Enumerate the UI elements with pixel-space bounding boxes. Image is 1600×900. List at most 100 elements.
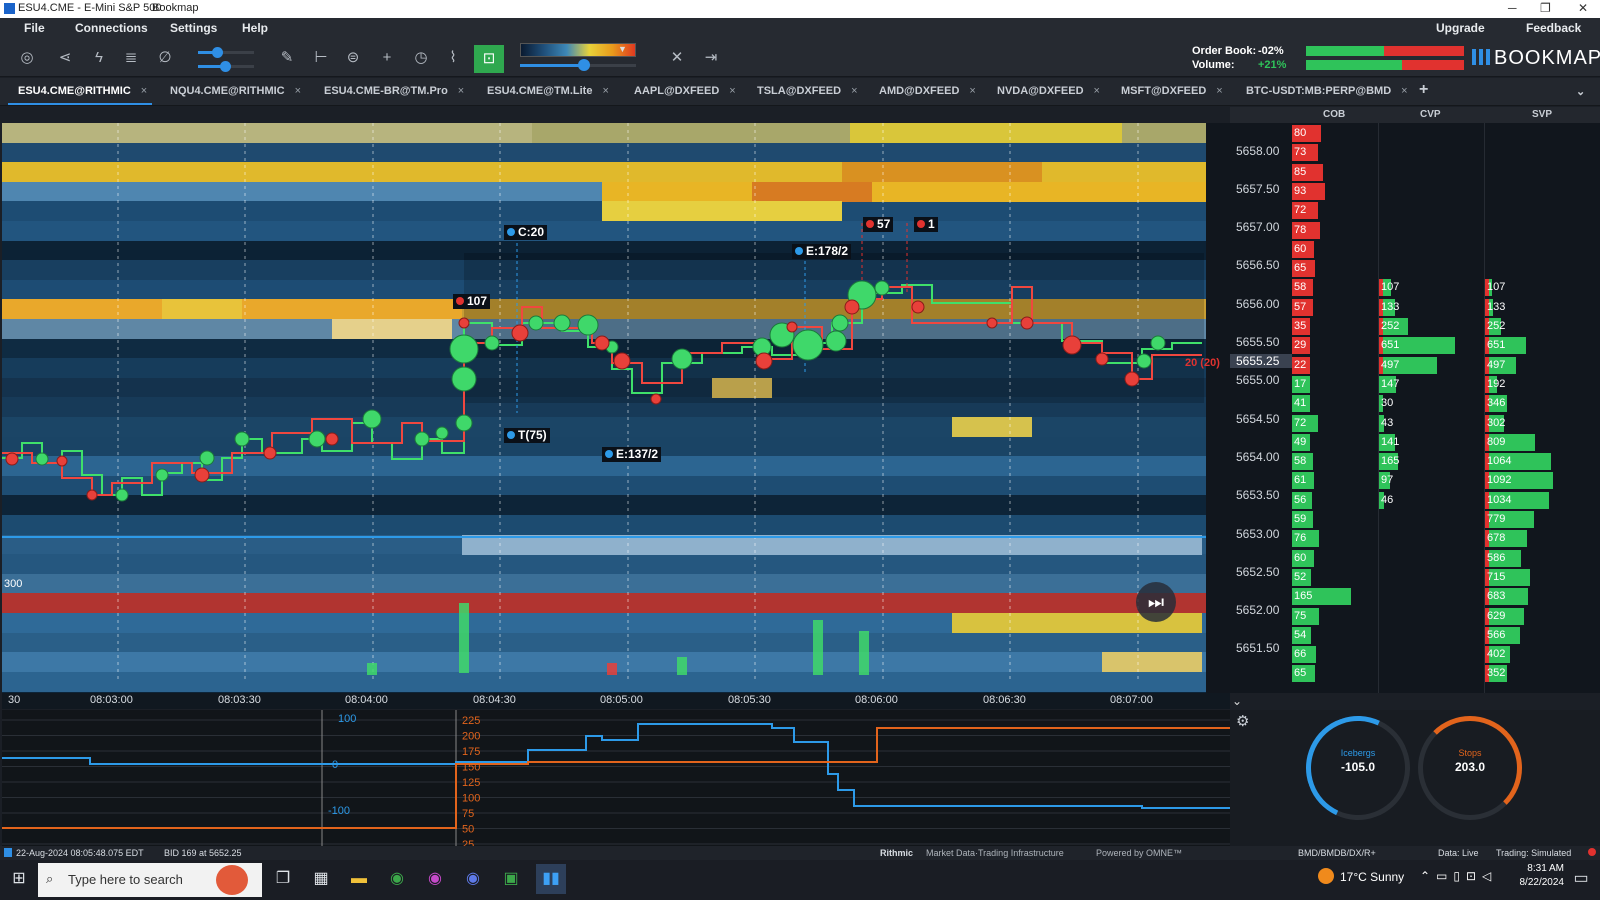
cob-row: 52 bbox=[1292, 568, 1378, 586]
tab-close-icon[interactable]: × bbox=[458, 85, 464, 97]
layers-icon[interactable]: ≣ bbox=[120, 47, 142, 69]
cob-header[interactable]: COB bbox=[1323, 109, 1345, 120]
svp-row: 651 bbox=[1485, 337, 1595, 355]
feedback-link[interactable]: Feedback bbox=[1526, 21, 1581, 35]
export-icon[interactable]: ⇥ bbox=[700, 47, 722, 69]
volume-bar bbox=[859, 631, 869, 675]
tab-2[interactable]: ESU4.CME-BR@TM.Pro × bbox=[324, 85, 464, 97]
gear-icon[interactable]: ⚙ bbox=[1236, 712, 1249, 730]
heatmap-chart[interactable]: C:20 E:178/2 E:137/2 T(75) 107 57 1 20 (… bbox=[2, 123, 1230, 693]
tab-7[interactable]: NVDA@DXFEED × bbox=[997, 85, 1100, 97]
cob-value: 65 bbox=[1294, 262, 1307, 275]
svp-header[interactable]: SVP bbox=[1532, 109, 1552, 120]
tab-close-icon[interactable]: × bbox=[1216, 85, 1222, 97]
tab-9[interactable]: BTC-USDT:MB:PERP@BMD × bbox=[1246, 85, 1408, 97]
cob-value: 49 bbox=[1294, 435, 1307, 448]
time-tick-label: 08:04:30 bbox=[473, 694, 516, 706]
target-icon[interactable]: ◎ bbox=[16, 47, 38, 69]
indicator-left-scale-label: 100 bbox=[338, 713, 356, 725]
tab-close-icon[interactable]: × bbox=[1094, 85, 1100, 97]
maximize-button[interactable]: ❐ bbox=[1540, 1, 1551, 15]
tab-5[interactable]: TSLA@DXFEED × bbox=[757, 85, 858, 97]
volume-bar bbox=[367, 663, 377, 675]
menu-help[interactable]: Help bbox=[242, 21, 268, 35]
rithmic-logo: Rithmic bbox=[880, 848, 914, 858]
last-trade-label: 20 (20) bbox=[1185, 357, 1220, 369]
minimize-button[interactable]: ─ bbox=[1508, 1, 1517, 15]
tab-close-icon[interactable]: × bbox=[141, 85, 147, 97]
time-tick-label: 08:03:00 bbox=[90, 694, 133, 706]
notification-icon[interactable]: ▭ bbox=[1570, 868, 1592, 890]
cvp-value: 43 bbox=[1381, 416, 1394, 429]
lightning-icon[interactable]: ϟ bbox=[88, 47, 110, 69]
tab-close-icon[interactable]: × bbox=[1401, 85, 1407, 97]
tab-6[interactable]: AMD@DXFEED × bbox=[879, 85, 976, 97]
chrome-icon[interactable]: ◉ bbox=[386, 868, 408, 890]
app-icon-2[interactable]: ▣ bbox=[500, 868, 522, 890]
menu-settings[interactable]: Settings bbox=[170, 21, 217, 35]
close-window-button[interactable]: ✕ bbox=[1578, 1, 1588, 15]
ask-trade-bubble bbox=[1020, 316, 1034, 330]
tab-0[interactable]: ESU4.CME@RITHMIC × bbox=[18, 85, 147, 97]
discord-icon[interactable]: ◉ bbox=[462, 868, 484, 890]
close-icon[interactable]: ✕ bbox=[666, 47, 688, 69]
file-explorer-icon[interactable]: ▬ bbox=[348, 868, 370, 890]
tab-3[interactable]: ESU4.CME@TM.Lite × bbox=[487, 85, 609, 97]
cob-row: 72 bbox=[1292, 202, 1378, 220]
windows-start-icon[interactable]: ⊞ bbox=[8, 868, 30, 890]
contrast-slider-thumb[interactable] bbox=[578, 59, 590, 71]
cob-value: 54 bbox=[1294, 628, 1307, 641]
record-icon[interactable]: ⊜ bbox=[342, 47, 364, 69]
add-tab-button[interactable]: + bbox=[1419, 81, 1428, 99]
indicator-panel[interactable]: 100 0 -100 225 200 175 150 125 100 75 50 25 bbox=[2, 710, 1230, 846]
link-icon[interactable]: ∅ bbox=[154, 47, 176, 69]
status-trading: Trading: Simulated bbox=[1496, 848, 1572, 858]
brush-icon[interactable]: ✎ bbox=[276, 47, 298, 69]
ask-trade-bubble bbox=[1124, 371, 1140, 387]
status-data: Data: Live bbox=[1438, 848, 1479, 858]
cob-row: 59 bbox=[1292, 511, 1378, 528]
bid-trade-bubble bbox=[874, 280, 890, 296]
chevron-down-icon[interactable]: ▼ bbox=[618, 44, 627, 54]
task-view-icon[interactable]: ❐ bbox=[272, 868, 294, 890]
app-icon-1[interactable]: ◉ bbox=[424, 868, 446, 890]
lock-open-icon[interactable]: ⊡ bbox=[474, 45, 504, 73]
tab-close-icon[interactable]: × bbox=[602, 85, 608, 97]
system-tray-icons[interactable]: ⌃▭▯⊡◁ bbox=[1420, 869, 1497, 883]
cob-value: 76 bbox=[1294, 532, 1307, 545]
svp-value: 683 bbox=[1487, 590, 1506, 603]
cob-value: 165 bbox=[1294, 590, 1313, 603]
tab-close-icon[interactable]: × bbox=[969, 85, 975, 97]
tab-4[interactable]: AAPL@DXFEED × bbox=[634, 85, 736, 97]
indicator-left-scale-label: -100 bbox=[328, 805, 350, 817]
cvp-header[interactable]: CVP bbox=[1420, 109, 1441, 120]
bookmap-taskbar-icon[interactable]: ▮▮ bbox=[536, 864, 566, 894]
ruler-icon[interactable]: ⊢ bbox=[310, 47, 332, 69]
svp-row: 192 bbox=[1485, 375, 1595, 393]
cob-value: 41 bbox=[1294, 397, 1307, 410]
calculator-icon[interactable]: ▦ bbox=[310, 868, 332, 890]
weather-text: 17°C Sunny bbox=[1340, 870, 1405, 884]
brightness-sliders[interactable] bbox=[190, 45, 264, 73]
svp-row: 352 bbox=[1485, 665, 1595, 683]
tab-close-icon[interactable]: × bbox=[851, 85, 857, 97]
indicator-mid-scale-label: 150 bbox=[462, 762, 480, 774]
chart-line-icon[interactable]: ⌇ bbox=[442, 47, 464, 69]
crosshair-icon[interactable]: + bbox=[376, 47, 398, 69]
cob-row: 49 bbox=[1292, 433, 1378, 451]
collapse-chevron-icon[interactable]: ⌄ bbox=[1232, 694, 1242, 708]
menu-connections[interactable]: Connections bbox=[75, 21, 148, 35]
taskbar-search[interactable]: ⌕ Type here to search bbox=[38, 863, 262, 897]
share-icon[interactable]: ⋖ bbox=[54, 47, 76, 69]
tab-8[interactable]: MSFT@DXFEED × bbox=[1121, 85, 1223, 97]
tabs-overflow-chevron-icon[interactable]: ⌄ bbox=[1576, 85, 1585, 98]
menu-file[interactable]: File bbox=[24, 21, 45, 35]
cob-row: 41 bbox=[1292, 395, 1378, 413]
timer-icon[interactable]: ◷ bbox=[410, 47, 432, 69]
tab-1[interactable]: NQU4.CME@RITHMIC × bbox=[170, 85, 301, 97]
upgrade-link[interactable]: Upgrade bbox=[1436, 21, 1485, 35]
cob-value: 72 bbox=[1294, 204, 1307, 217]
tab-close-icon[interactable]: × bbox=[295, 85, 301, 97]
tab-close-icon[interactable]: × bbox=[729, 85, 735, 97]
jump-to-live-button[interactable]: ⏭ bbox=[1136, 582, 1176, 622]
